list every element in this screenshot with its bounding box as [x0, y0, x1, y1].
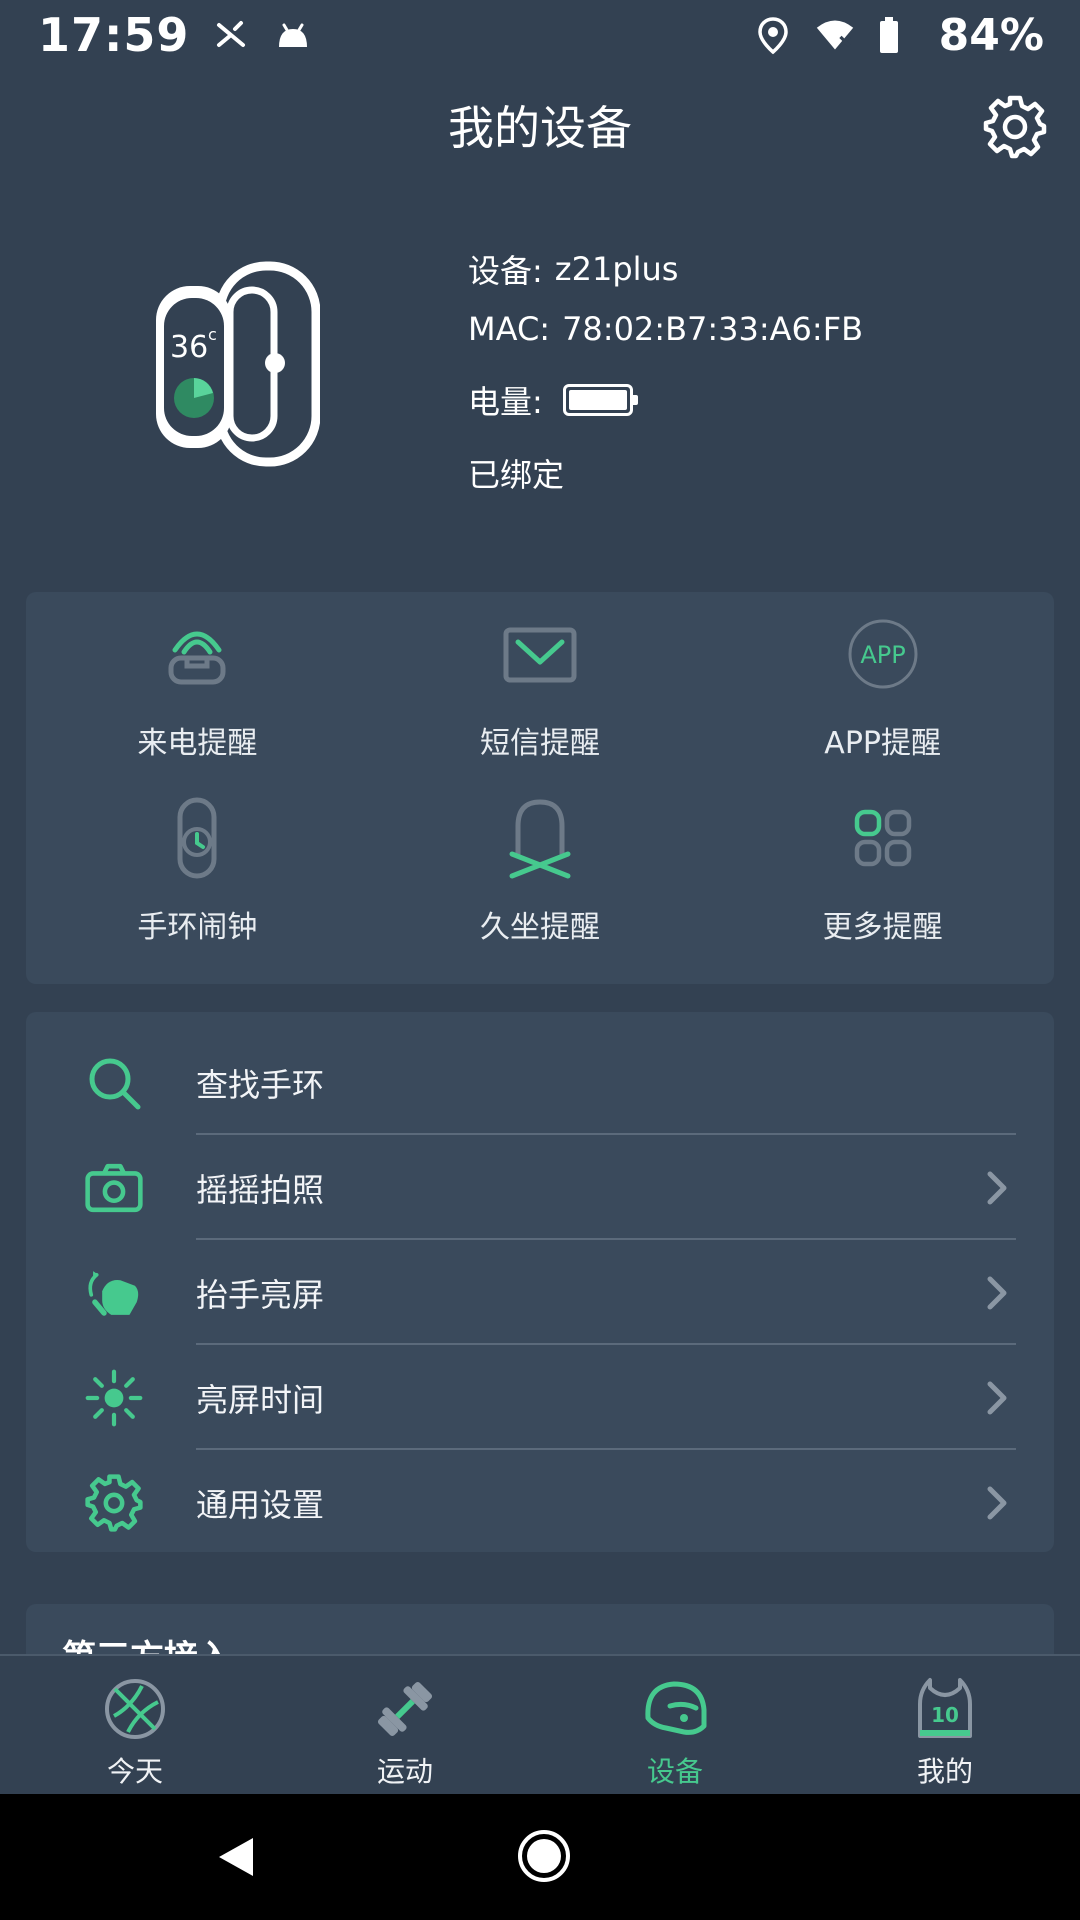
app-root: 17:59 84% 我的设备 36 c 设备: z21plus MAC: 78:…	[0, 0, 1080, 1920]
nav-label: 今天	[106, 1755, 163, 1788]
reminder-label: 更多提醒	[822, 910, 943, 945]
reminder-label: 手环闹钟	[137, 910, 258, 945]
sedentary-bell-icon	[500, 796, 580, 880]
bound-status-row: 已绑定	[468, 440, 863, 506]
reminder-label: 短信提醒	[479, 726, 600, 761]
camera-icon	[84, 1158, 144, 1218]
location-icon	[753, 15, 793, 55]
band-display-unit: c	[208, 325, 217, 344]
no-signal-icon	[211, 15, 251, 55]
top-bar: 我的设备	[0, 70, 1080, 180]
list-item-label: 摇摇拍照	[196, 1170, 325, 1209]
device-mac-value: 78:02:B7:33:A6:FB	[562, 310, 864, 348]
app-badge-text: APP	[860, 641, 905, 669]
envelope-icon	[500, 612, 580, 696]
status-right: 84%	[753, 10, 1044, 61]
smart-band-icon: 36 c	[156, 261, 321, 467]
list-item-label: 查找手环	[196, 1065, 325, 1104]
reminder-label: 来电提醒	[137, 726, 258, 761]
jersey-badge: 10	[931, 1703, 959, 1727]
list-item-label: 抬手亮屏	[196, 1275, 325, 1314]
helmet-icon	[640, 1674, 710, 1744]
home-button[interactable]	[516, 1828, 572, 1884]
jersey-icon: 10	[910, 1674, 980, 1744]
device-section: 36 c 设备: z21plus MAC: 78:02:B7:33:A6:FB …	[0, 180, 1080, 565]
device-battery-row: 电量:	[468, 360, 863, 440]
home-circle-icon	[518, 1830, 570, 1882]
band-alarm-icon	[157, 796, 237, 880]
list-item-general-settings[interactable]: 通用设置	[26, 1450, 1054, 1555]
bottom-nav: 今天 运动 设备 10 我的	[0, 1654, 1080, 1794]
android-icon	[273, 15, 313, 55]
page-title: 我的设备	[448, 101, 632, 155]
reminder-item-alarm[interactable]: 手环闹钟	[26, 796, 369, 980]
back-button[interactable]	[213, 1834, 259, 1880]
list-item-label: 通用设置	[196, 1485, 325, 1524]
phone-call-icon	[157, 612, 237, 696]
chevron-right-icon	[984, 1273, 1010, 1313]
status-time: 17:59	[38, 8, 190, 62]
gear-icon	[84, 1473, 144, 1533]
system-nav-bar	[0, 1794, 1080, 1920]
reminder-item-call[interactable]: 来电提醒	[26, 612, 369, 796]
device-name-row: 设备: z21plus	[468, 240, 863, 298]
nav-label: 我的	[916, 1755, 973, 1788]
device-battery-label: 电量:	[468, 383, 543, 421]
back-triangle-icon	[219, 1838, 253, 1876]
nav-label: 设备	[646, 1755, 703, 1788]
device-mac-label: MAC:	[468, 310, 551, 348]
raise-hand-icon	[84, 1263, 144, 1323]
status-bar: 17:59 84%	[0, 0, 1080, 70]
list-item-shake-photo[interactable]: 摇摇拍照	[26, 1135, 1054, 1240]
reminder-item-app[interactable]: APP APP提醒	[711, 612, 1054, 796]
wifi-icon	[815, 15, 855, 55]
search-icon	[84, 1053, 144, 1113]
nav-label: 运动	[376, 1755, 433, 1788]
list-item-raise-wake[interactable]: 抬手亮屏	[26, 1240, 1054, 1345]
status-left: 17:59	[38, 8, 313, 62]
nav-tab-sport[interactable]: 运动	[270, 1656, 540, 1794]
chevron-right-icon	[984, 1168, 1010, 1208]
device-name-label: 设备:	[468, 252, 543, 290]
reminder-item-more[interactable]: 更多提醒	[711, 796, 1054, 980]
reminder-label: 久坐提醒	[479, 910, 600, 945]
settings-button[interactable]	[980, 92, 1050, 162]
reminder-label: APP提醒	[824, 726, 942, 761]
battery-fill	[568, 390, 627, 410]
brightness-icon	[84, 1368, 144, 1428]
reminder-card: 来电提醒 短信提醒 APP APP提醒 手环闹钟 久坐提醒 更多提醒	[26, 592, 1054, 984]
device-image: 36 c	[150, 260, 321, 470]
list-item-screen-time[interactable]: 亮屏时间	[26, 1345, 1054, 1450]
device-mac-row: MAC: 78:02:B7:33:A6:FB	[468, 298, 863, 360]
band-display-temp: 36	[170, 330, 208, 365]
list-item-find-band[interactable]: 查找手环	[26, 1030, 1054, 1135]
settings-list-card: 查找手环 摇摇拍照 抬手亮屏 亮屏时间 通用设置	[26, 1012, 1054, 1552]
device-name-value: z21plus	[554, 250, 679, 288]
reminder-item-sms[interactable]: 短信提醒	[369, 612, 712, 796]
nav-tab-today[interactable]: 今天	[0, 1656, 270, 1794]
reminder-grid: 来电提醒 短信提醒 APP APP提醒 手环闹钟 久坐提醒 更多提醒	[26, 592, 1054, 984]
battery-percent: 84%	[938, 9, 1044, 61]
chevron-right-icon	[984, 1378, 1010, 1418]
nav-tab-mine[interactable]: 10 我的	[810, 1656, 1080, 1794]
chevron-right-icon	[984, 1483, 1010, 1523]
app-badge-icon: APP	[843, 612, 923, 696]
reminder-item-sedentary[interactable]: 久坐提醒	[369, 796, 712, 980]
list-item-label: 亮屏时间	[196, 1380, 325, 1419]
nav-tab-device[interactable]: 设备	[540, 1656, 810, 1794]
gear-icon	[983, 95, 1047, 159]
battery-status-icon	[877, 15, 917, 55]
more-grid-icon	[843, 796, 923, 880]
device-battery-icon	[562, 384, 638, 416]
basketball-icon	[100, 1674, 170, 1744]
dumbbell-icon	[370, 1674, 440, 1744]
bound-status: 已绑定	[468, 456, 565, 494]
device-info: 设备: z21plus MAC: 78:02:B7:33:A6:FB 电量: 已…	[468, 240, 863, 506]
